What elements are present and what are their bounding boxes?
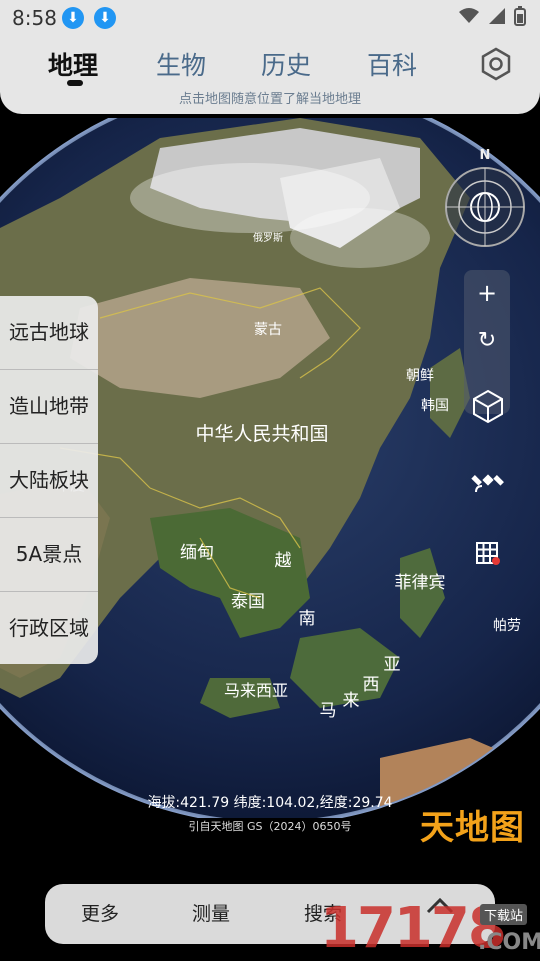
3d-view-button[interactable] <box>468 386 508 426</box>
more-button[interactable]: 更多 <box>81 884 119 944</box>
tab-biology[interactable]: 生物 <box>156 46 206 82</box>
status-bar: 8:58 ⬇ ⬇ <box>0 0 540 36</box>
measure-button[interactable]: 测量 <box>192 884 230 944</box>
map-label-china: 中华人民共和国 <box>195 423 328 445</box>
tab-encyclopedia[interactable]: 百科 <box>367 46 417 82</box>
system-icons <box>458 6 526 26</box>
menu-continental-plates[interactable]: 大陆板块 <box>0 444 98 518</box>
top-panel: 8:58 ⬇ ⬇ 地理 生物 历史 百科 点击地图随意位置了解当地地理 <box>0 0 540 114</box>
menu-5a-scenic-spots[interactable]: 5A景点 <box>0 518 98 592</box>
grid-icon <box>476 542 500 565</box>
tianditu-logo: 天地图 <box>420 808 525 848</box>
map-label-palau: 帕劳 <box>493 618 521 634</box>
map-label-philippines: 菲律宾 <box>395 573 446 593</box>
map-label-malaysia: 马来西亚 <box>224 681 288 700</box>
wifi-icon <box>459 8 479 23</box>
satellite-icon <box>471 474 504 493</box>
left-menu: 远古地球 造山地带 大陆板块 5A景点 行政区域 <box>0 296 98 664</box>
battery-icon <box>514 6 526 26</box>
plus-icon: + <box>476 279 498 307</box>
signal-icon <box>489 8 505 24</box>
map-label-vietnam-1: 越 <box>275 551 292 571</box>
cube-icon <box>473 389 503 424</box>
refresh-button[interactable]: ↻ <box>464 318 510 364</box>
map-label-indonesia-1: 亚 <box>384 655 401 675</box>
refresh-icon: ↻ <box>477 328 497 353</box>
download-icon: ⬇ <box>62 7 84 29</box>
menu-administrative-regions[interactable]: 行政区域 <box>0 592 98 665</box>
map-label-north-korea: 朝鲜 <box>406 368 434 384</box>
gear-icon <box>481 47 511 81</box>
satellite-button[interactable] <box>468 460 508 500</box>
map-label-russia: 俄罗斯 <box>253 231 283 244</box>
settings-button[interactable] <box>478 46 514 82</box>
menu-ancient-earth[interactable]: 远古地球 <box>0 296 98 370</box>
menu-orogenic-belt[interactable]: 造山地带 <box>0 370 98 444</box>
map-label-indonesia-3: 来 <box>343 691 360 711</box>
map-label-vietnam-2: 南 <box>299 609 316 629</box>
tab-geography[interactable]: 地理 <box>48 46 98 82</box>
grid-layer-button[interactable] <box>468 534 508 574</box>
status-time: 8:58 <box>12 6 57 30</box>
map-label-indonesia-2: 西 <box>363 675 380 695</box>
compass-icon <box>445 167 525 247</box>
zoom-in-button[interactable]: + <box>464 270 510 316</box>
compass[interactable]: N <box>444 148 526 248</box>
map-label-indonesia-4: 马 <box>320 701 337 721</box>
tab-indicator <box>67 80 83 86</box>
map-label-thailand: 泰国 <box>231 592 265 612</box>
tab-history[interactable]: 历史 <box>261 46 311 82</box>
map-label-mongolia: 蒙古 <box>254 322 282 338</box>
hint-text: 点击地图随意位置了解当地地理 <box>178 92 361 107</box>
compass-north-label: N <box>479 148 491 163</box>
watermark-badge: 下载站 <box>480 904 528 925</box>
download-icon-2: ⬇ <box>94 7 116 29</box>
map-label-south-korea: 韩国 <box>421 398 449 414</box>
watermark-suffix: .COM <box>478 930 540 955</box>
